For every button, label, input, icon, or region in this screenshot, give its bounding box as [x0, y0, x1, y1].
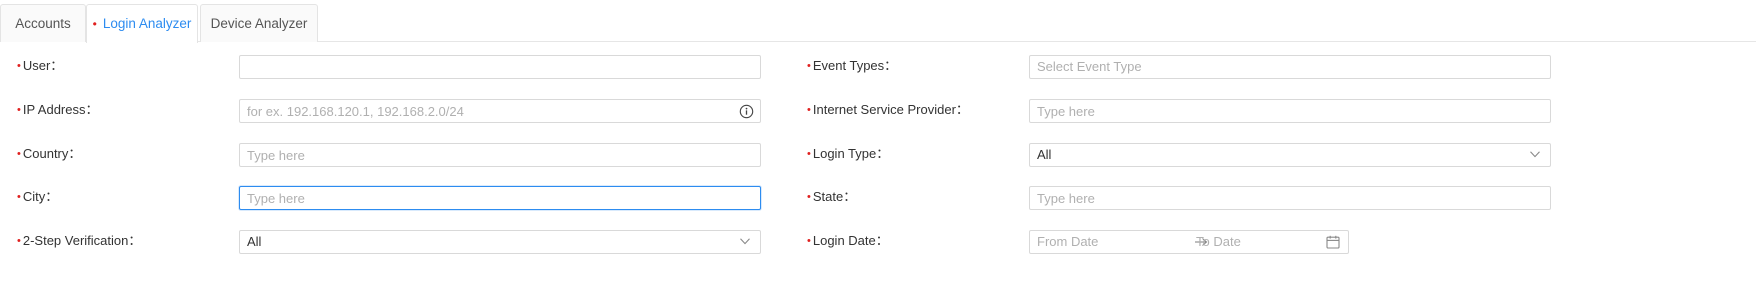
user-label: • User：	[17, 54, 63, 78]
city-label: • City：	[17, 185, 58, 209]
login-date-range-picker[interactable]: From Date To Date	[1029, 230, 1349, 254]
ip-address-label: • IP Address：	[17, 98, 99, 122]
login-date-label: • Login Date：	[807, 229, 889, 253]
event-types-label: • Event Types：	[807, 54, 897, 78]
tab-bar: Accounts • Login Analyzer Device Analyzer	[0, 0, 1756, 43]
country-label-text: Country：	[22, 146, 82, 161]
info-circle-icon[interactable]	[739, 104, 754, 119]
from-date-input[interactable]: From Date	[1037, 231, 1098, 253]
two-step-verification-label: • 2-Step Verification：	[17, 229, 141, 253]
state-field[interactable]	[1029, 186, 1551, 210]
two-step-label-text: 2-Step Verification：	[22, 233, 142, 248]
required-dot: •	[17, 60, 21, 72]
tab-device-analyzer[interactable]: Device Analyzer	[200, 4, 318, 42]
two-step-selected-value: All	[247, 234, 262, 249]
city-label-text: City：	[22, 189, 59, 204]
ip-address-field[interactable]	[239, 99, 761, 123]
tab-login-analyzer[interactable]: • Login Analyzer	[86, 4, 198, 43]
country-label: • Country：	[17, 142, 81, 166]
two-step-verification-select[interactable]: All	[239, 230, 761, 254]
required-dot: •	[17, 191, 21, 203]
login-type-label-text: Login Type：	[812, 146, 890, 161]
required-dot: •	[92, 17, 97, 31]
tab-label: Device Analyzer	[210, 16, 308, 31]
isp-field[interactable]	[1029, 99, 1551, 123]
required-dot: •	[17, 104, 21, 116]
isp-label-text: Internet Service Provider：	[812, 102, 969, 117]
tab-accounts[interactable]: Accounts	[0, 4, 86, 42]
calendar-icon[interactable]	[1326, 235, 1340, 249]
ip-address-label-text: IP Address：	[22, 102, 99, 117]
user-label-text: User：	[22, 58, 64, 73]
chevron-down-icon	[740, 238, 750, 245]
city-field[interactable]	[239, 186, 761, 210]
login-type-selected-value: All	[1037, 147, 1052, 162]
event-types-label-text: Event Types：	[812, 58, 898, 73]
isp-input[interactable]	[1030, 100, 1550, 122]
login-date-label-text: Login Date：	[812, 233, 889, 248]
tab-label: Login Analyzer	[102, 16, 192, 31]
isp-label: • Internet Service Provider：	[807, 98, 969, 122]
state-label-text: State：	[812, 189, 857, 204]
user-field[interactable]	[239, 55, 761, 79]
required-dot: •	[17, 148, 21, 160]
user-input[interactable]	[240, 56, 760, 78]
country-field[interactable]	[239, 143, 761, 167]
to-date-input[interactable]: To Date	[1196, 231, 1241, 253]
state-label: • State：	[807, 185, 856, 209]
event-types-select[interactable]: Select Event Type	[1029, 55, 1551, 79]
city-input[interactable]	[240, 187, 760, 209]
country-input[interactable]	[240, 144, 760, 166]
required-dot: •	[807, 235, 811, 247]
required-dot: •	[807, 60, 811, 72]
chevron-down-icon	[1530, 151, 1540, 158]
state-input[interactable]	[1030, 187, 1550, 209]
login-type-select[interactable]: All	[1029, 143, 1551, 167]
login-type-label: • Login Type：	[807, 142, 889, 166]
tab-label: Accounts	[15, 16, 71, 31]
event-types-placeholder: Select Event Type	[1037, 59, 1142, 74]
required-dot: •	[807, 148, 811, 160]
required-dot: •	[807, 104, 811, 116]
ip-address-input[interactable]	[240, 100, 760, 122]
required-dot: •	[17, 235, 21, 247]
required-dot: •	[807, 191, 811, 203]
